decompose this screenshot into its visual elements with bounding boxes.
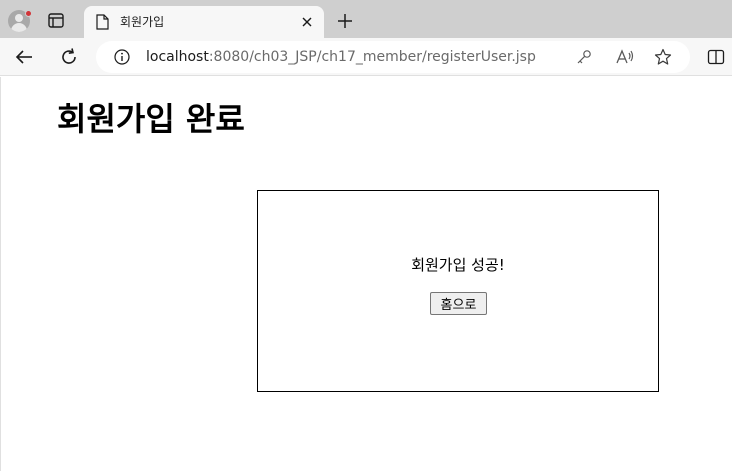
key-icon[interactable] [576,49,592,65]
success-message: 회원가입 성공! [411,256,505,274]
tab-actions-icon[interactable] [48,13,64,28]
url-text[interactable]: localhost:8080/ch03_JSP/ch17_member/regi… [146,49,536,65]
page-title: 회원가입 완료 [57,100,245,138]
close-tab-icon[interactable] [300,15,314,29]
page-content: 회원가입 완료 회원가입 성공! 홈으로 [0,77,732,471]
browser-toolbar: localhost:8080/ch03_JSP/ch17_member/regi… [0,38,732,76]
refresh-icon[interactable] [59,47,79,67]
tab-strip: 회원가입 [0,0,732,38]
url-path: :8080/ch03_JSP/ch17_member/registerUser.… [208,49,536,65]
split-screen-icon[interactable] [707,48,725,66]
result-panel: 회원가입 성공! 홈으로 [257,190,659,392]
back-arrow-icon[interactable] [14,47,34,67]
read-aloud-icon[interactable] [616,48,634,66]
page-icon [96,14,109,30]
url-host: localhost [146,49,209,65]
notification-dot-icon [25,10,32,17]
new-tab-icon[interactable] [336,12,354,30]
home-button[interactable]: 홈으로 [430,292,487,315]
tab-title: 회원가입 [120,15,165,29]
site-info-icon[interactable] [114,49,130,65]
address-bar[interactable]: localhost:8080/ch03_JSP/ch17_member/regi… [96,41,690,73]
active-tab[interactable]: 회원가입 [84,6,324,38]
favorite-star-icon[interactable] [654,48,672,66]
